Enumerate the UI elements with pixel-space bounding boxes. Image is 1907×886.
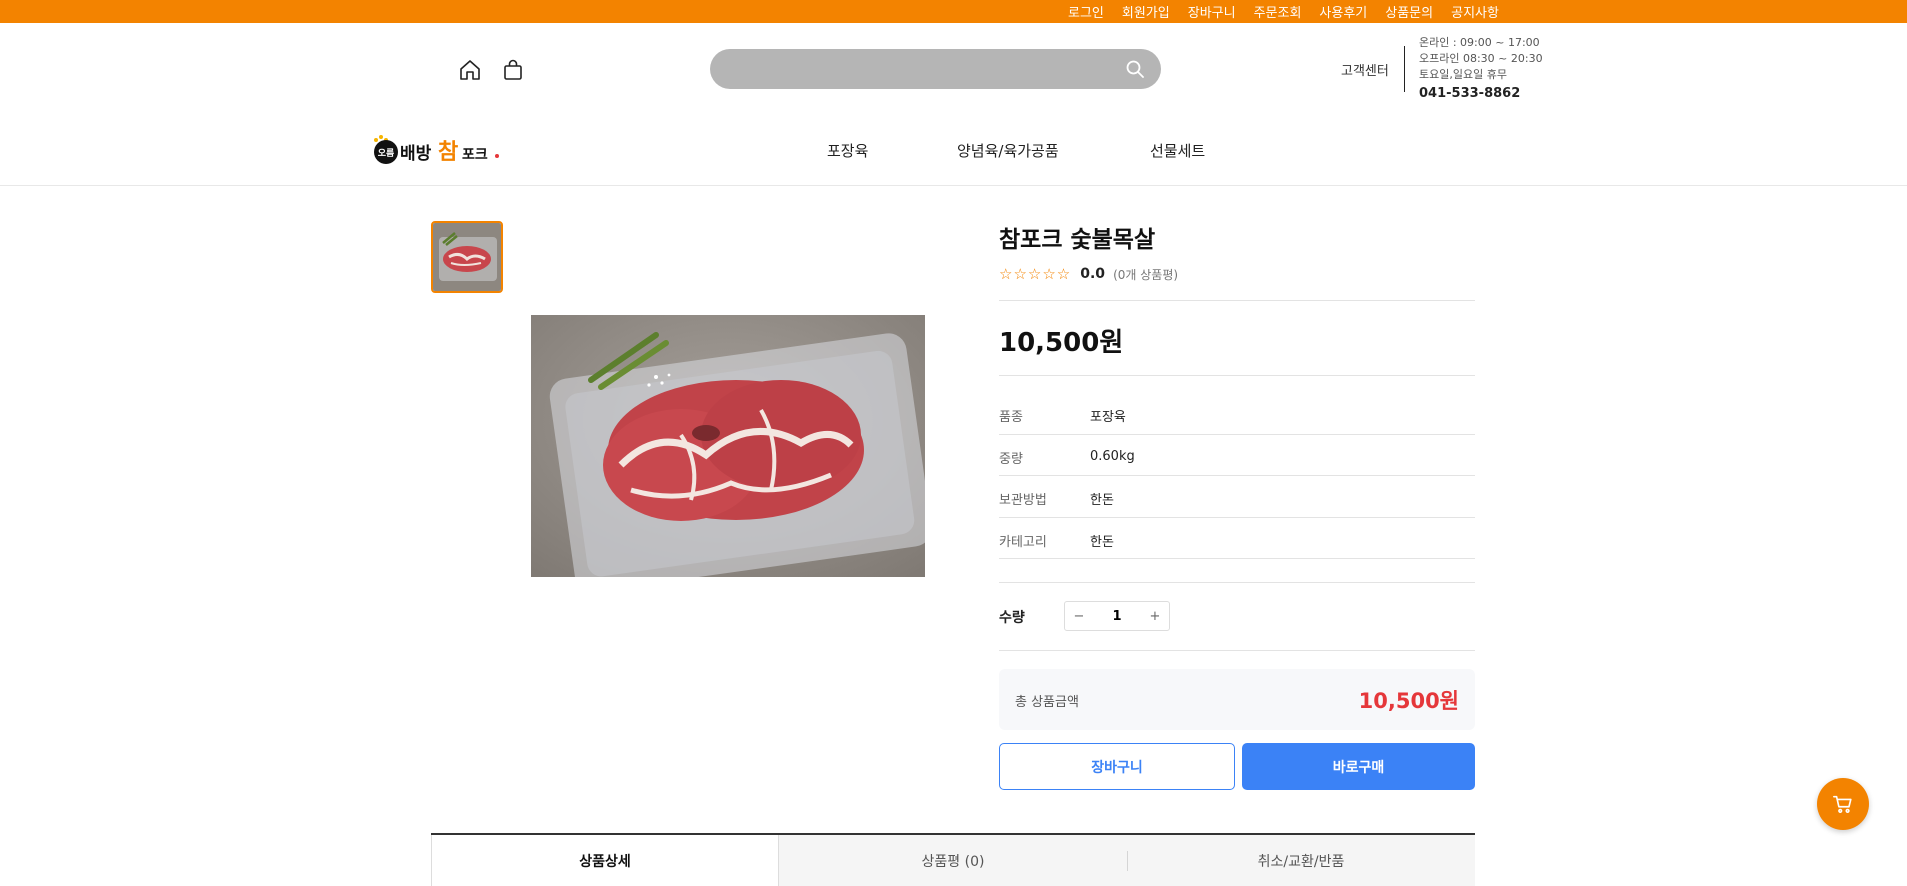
tab-label: 상품상세 [579,853,631,870]
tab-label: 상품평 (0) [921,853,985,870]
product-price: 10,500원 [999,328,1124,358]
divider [999,517,1475,518]
tab-cancel-exchange-return[interactable]: 취소/교환/반품 [1127,835,1475,886]
header-divider [0,185,1907,186]
notice-link[interactable]: 공지사항 [1451,2,1499,21]
nav-item-gift-set[interactable]: 선물세트 [1150,140,1205,161]
tab-separator [1127,851,1128,871]
spec-label-category: 카테고리 [999,535,1047,550]
shopping-bag-icon [504,59,522,80]
product-thumbnail[interactable] [431,221,503,293]
divider [999,582,1475,583]
order-lookup-link[interactable]: 주문조회 [1254,2,1302,21]
total-price-label: 총 상품금액 [1015,695,1079,710]
utility-links: 로그인 회원가입 장바구니 주문조회 사용후기 상품문의 공지사항 [1068,0,1517,23]
spec-label-weight: 중량 [999,452,1023,467]
main-image-graphic [531,315,925,577]
spec-value-weight: 0.60kg [1090,449,1135,464]
thumbnail-image [433,223,501,291]
quantity-increase-button[interactable]: + [1141,602,1169,630]
spec-label-storage: 보관방법 [999,493,1047,508]
product-main-image [531,315,925,577]
product-rating: ☆☆☆☆☆ 0.0 (0개 상품평) [999,265,1178,283]
rating-stars: ☆☆☆☆☆ [999,265,1072,283]
total-price-value: 10,500원 [1358,689,1459,713]
customer-center-label: 고객센터 [1341,64,1389,79]
signup-link[interactable]: 회원가입 [1122,2,1170,21]
quantity-stepper: − + [1064,601,1170,631]
cart-icon [1833,795,1852,813]
nav-item-marinated-meat[interactable]: 양념육/육가공품 [957,140,1059,161]
quantity-decrease-button[interactable]: − [1065,602,1093,630]
product-title: 참포크 숯불목살 [999,227,1156,253]
floating-cart-button[interactable] [1817,778,1869,830]
logo-graphic: 오름 배방 참 포크 [374,135,499,165]
logo-brand-3: 포크 [462,147,488,163]
divider [999,558,1475,559]
logo-small-text: 오름 [378,148,395,159]
product-inquiry-link[interactable]: 상품문의 [1385,2,1433,21]
search-icon[interactable] [1125,59,1145,83]
divider [999,475,1475,476]
home-button[interactable] [455,55,485,85]
product-tabs: 상품상세 상품평 (0) 취소/교환/반품 [431,833,1475,886]
login-link[interactable]: 로그인 [1068,2,1104,21]
spec-value-breed: 포장육 [1090,410,1126,425]
divider [999,434,1475,435]
tab-product-detail[interactable]: 상품상세 [431,835,779,886]
shopping-bag-button[interactable] [498,55,528,85]
search-bar[interactable] [710,49,1161,89]
divider [999,300,1475,301]
logo-brand-1: 배방 [400,144,432,164]
add-to-cart-button[interactable]: 장바구니 [999,743,1235,790]
cart-link[interactable]: 장바구니 [1188,2,1236,21]
reviews-link[interactable]: 사용후기 [1319,2,1367,21]
hours-online: 온라인 : 09:00 ~ 17:00 [1419,36,1540,49]
buy-now-button[interactable]: 바로구매 [1242,743,1475,790]
site-logo[interactable]: 오름 배방 참 포크 [372,132,500,168]
spec-label-breed: 품종 [999,410,1023,425]
spec-value-storage: 한돈 [1090,493,1114,508]
tab-reviews[interactable]: 상품평 (0) [779,835,1127,886]
customer-center-phone: 041-533-8862 [1419,86,1521,101]
hours-offline: 오프라인 08:30 ~ 20:30 [1419,52,1543,65]
tab-label: 취소/교환/반품 [1257,853,1345,870]
spec-value-category: 한돈 [1090,535,1114,550]
total-price-box: 총 상품금액 10,500원 [999,669,1475,730]
home-icon [460,60,480,80]
hours-closed: 토요일,일요일 휴무 [1419,68,1507,81]
search-input[interactable] [730,49,1110,89]
divider [999,650,1475,651]
top-utility-bar: 로그인 회원가입 장바구니 주문조회 사용후기 상품문의 공지사항 [0,0,1907,23]
nav-item-packaged-meat[interactable]: 포장육 [827,140,868,161]
review-count[interactable]: (0개 상품평) [1113,266,1178,283]
customer-center-divider [1404,46,1405,92]
customer-center-hours: 온라인 : 09:00 ~ 17:00 오프라인 08:30 ~ 20:30 토… [1419,35,1543,83]
quantity-input[interactable] [1093,608,1141,624]
logo-brand-2: 참 [438,140,458,165]
divider [999,375,1475,376]
rating-value: 0.0 [1080,266,1106,282]
quantity-label: 수량 [999,610,1025,626]
